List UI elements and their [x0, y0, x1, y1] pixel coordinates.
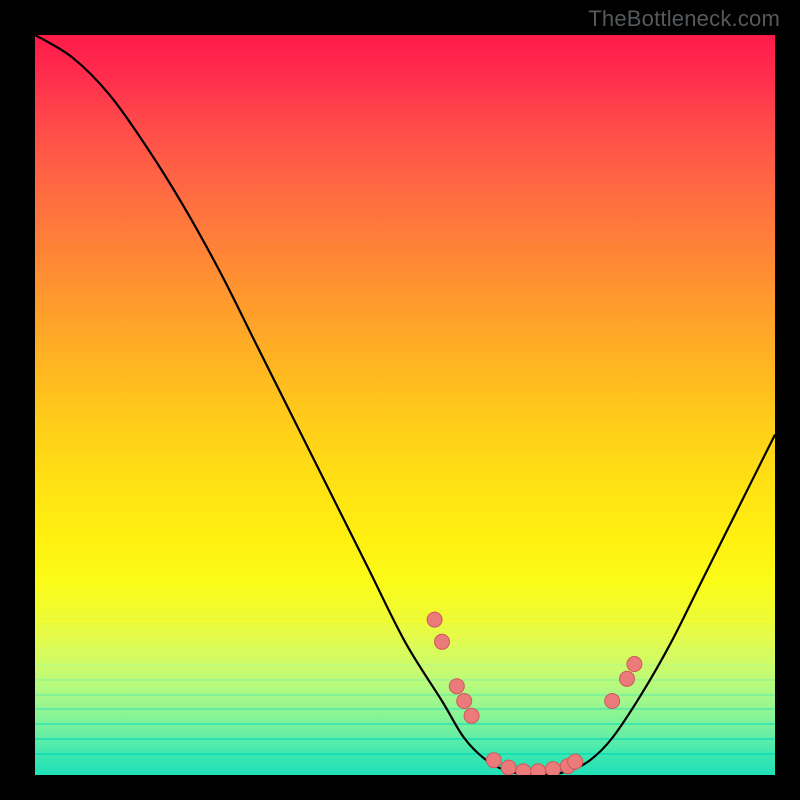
- data-marker: [620, 671, 635, 686]
- data-marker: [568, 754, 583, 769]
- curve-path: [35, 35, 775, 775]
- plot-area: [35, 35, 775, 775]
- chart-container: TheBottleneck.com: [0, 0, 800, 800]
- data-marker: [486, 753, 501, 768]
- data-marker: [427, 612, 442, 627]
- data-marker: [546, 762, 561, 775]
- data-marker: [449, 679, 464, 694]
- curve-markers: [427, 612, 642, 775]
- data-marker: [531, 764, 546, 775]
- data-marker: [516, 764, 531, 775]
- data-marker: [605, 694, 620, 709]
- watermark-text: TheBottleneck.com: [588, 6, 780, 32]
- data-marker: [457, 694, 472, 709]
- data-marker: [501, 760, 516, 775]
- bottleneck-curve: [35, 35, 775, 775]
- data-marker: [464, 708, 479, 723]
- data-marker: [627, 657, 642, 672]
- data-marker: [435, 634, 450, 649]
